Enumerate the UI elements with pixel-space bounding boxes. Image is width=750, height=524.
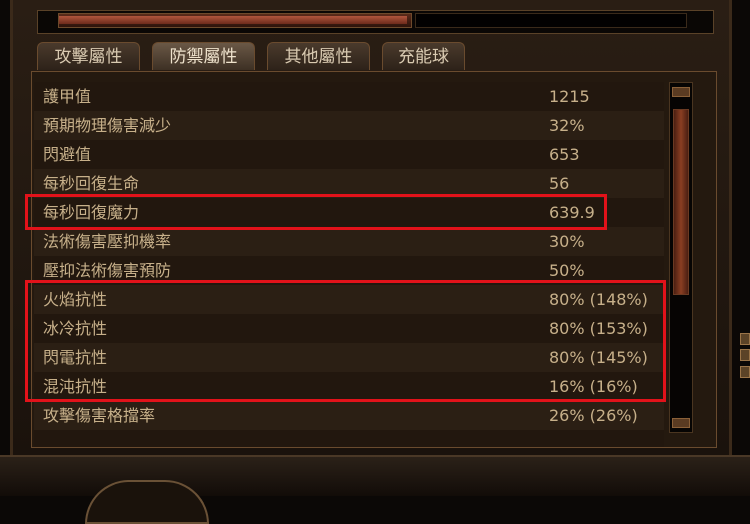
stat-row: 混沌抗性 16% (16%) [34,372,664,401]
scroll-up-button[interactable] [672,87,690,97]
tab-offense[interactable]: 攻擊屬性 [37,42,140,70]
stat-label: 壓抑法術傷害預防 [43,261,172,280]
stat-row-cutoff [34,430,664,447]
scrollbar-thumb[interactable] [673,109,689,295]
stat-value: 80% (148%) [549,290,648,309]
stat-label: 預期物理傷害減少 [43,116,172,135]
scrollbar[interactable] [669,82,693,433]
stat-value: 80% (153%) [549,319,648,338]
stat-value: 80% (145%) [549,348,648,367]
stat-row: 冰冷抗性 80% (153%) [34,314,664,343]
stat-row: 每秒回復魔力 639.9 [34,198,664,227]
scroll-down-button[interactable] [672,418,690,428]
stat-row: 攻擊傷害格擋率 26% (26%) [34,401,664,430]
stat-row: 預期物理傷害減少 32% [34,111,664,140]
stat-label: 混沌抗性 [43,377,108,396]
side-button[interactable] [740,349,750,361]
stat-row: 護甲值 1215 [34,82,664,111]
stat-value: 30% [549,232,585,251]
stat-label: 閃避值 [43,145,92,164]
stat-value: 50% [549,261,585,280]
stat-value: 56 [549,174,570,193]
stat-value: 1215 [549,87,590,106]
stat-label: 每秒回復生命 [43,174,140,193]
side-button[interactable] [740,366,750,378]
side-button[interactable] [740,333,750,345]
stat-row: 火焰抗性 80% (148%) [34,285,664,314]
stat-value: 32% [549,116,585,135]
tab-defense[interactable]: 防禦屬性 [152,42,255,70]
stat-label: 冰冷抗性 [43,319,108,338]
stat-row: 閃電抗性 80% (145%) [34,343,664,372]
stat-label: 攻擊傷害格擋率 [43,406,156,425]
progress-bar [58,13,412,28]
stat-value: 653 [549,145,580,164]
stats-list[interactable]: 護甲值 1215 預期物理傷害減少 32% 閃避值 653 每秒回復生命 56 每秒回復… [31,71,717,448]
progress-bar-empty-segment [415,13,687,28]
stat-row: 壓抑法術傷害預防 50% [34,256,664,285]
stat-row: 每秒回復生命 56 [34,169,664,198]
progress-bar-fill [59,16,408,24]
tab-charges[interactable]: 充能球 [382,42,465,70]
stat-label: 火焰抗性 [43,290,108,309]
stat-label: 每秒回復魔力 [43,203,140,222]
stat-label: 護甲值 [43,87,92,106]
stat-value: 16% (16%) [549,377,638,396]
stat-value: 639.9 [549,203,595,222]
stat-row: 閃避值 653 [34,140,664,169]
stat-label: 法術傷害壓抑機率 [43,232,172,251]
stat-row: 法術傷害壓抑機率 30% [34,227,664,256]
stat-value: 26% (26%) [549,406,638,425]
tab-misc[interactable]: 其他屬性 [267,42,370,70]
stat-label: 閃電抗性 [43,348,108,367]
